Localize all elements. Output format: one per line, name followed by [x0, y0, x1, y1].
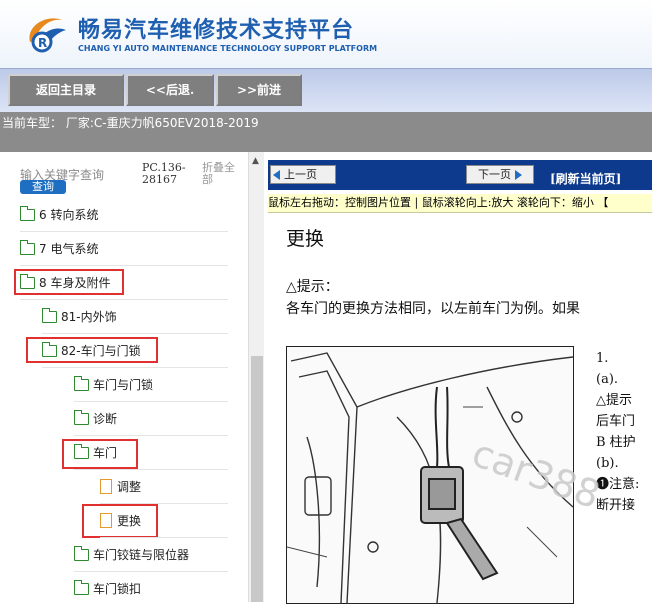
current-vehicle-label: 当前车型： 厂家:C-重庆力帆650EV2018-2019 [2, 116, 259, 130]
step-line: 断开接 [596, 498, 636, 513]
next-arrow-icon [515, 170, 522, 180]
vehicle-bar: 当前车型： 厂家:C-重庆力帆650EV2018-2019 [0, 112, 652, 152]
tree-item-hinge-limiter[interactable]: 车门铰链与限位器 [74, 543, 189, 565]
highlight-box [14, 269, 124, 295]
logo-icon: R [29, 18, 66, 53]
doc-hint: △提示： [286, 279, 339, 295]
step-line: B 柱护 [596, 435, 636, 450]
scroll-up-arrow-icon[interactable]: ▲ [252, 156, 259, 166]
divider [20, 231, 228, 232]
scroll-thumb[interactable] [251, 356, 263, 602]
divider [74, 435, 228, 436]
step-line: 1. [596, 351, 609, 366]
folder-icon [74, 545, 89, 561]
tree-item-label: 车门铰链与限位器 [93, 547, 190, 562]
doc-title: 更换 [286, 228, 325, 250]
highlight-box [82, 504, 158, 538]
tree-item-label: 诊断 [93, 411, 118, 426]
pager-bar: 上一页 下一页 [刷新当前页] [268, 160, 652, 190]
document-pane: 上一页 下一页 [刷新当前页] 鼠标左右拖动：控制图片位置 | 鼠标滚轮向上:放… [264, 152, 652, 604]
next-page-button[interactable]: 下一页 [466, 165, 534, 184]
step-column: 1. (a). △提示 后车门 B 柱护 (b). ❶注意: 断开接 [596, 348, 652, 516]
tree-item-label: 调整 [117, 479, 142, 494]
header: R 畅易汽车维修技术支持平台 CHANG YI AUTO MAINTENANCE… [0, 0, 652, 68]
highlight-box [26, 337, 158, 363]
prev-page-button[interactable]: 上一页 [270, 165, 336, 184]
folder-icon [74, 409, 89, 425]
pc-code-line2: 28167 [142, 173, 177, 186]
next-page-label: 下一页 [478, 168, 511, 181]
search-button[interactable]: 查询 [20, 180, 66, 194]
back-button[interactable]: <<后退. [126, 74, 214, 106]
mouse-hint-bar: 鼠标左右拖动：控制图片位置 | 鼠标滚轮向上:放大 滚轮向下：缩小 【 [268, 194, 652, 213]
highlight-box [62, 439, 138, 469]
folder-icon [42, 307, 57, 323]
folder-icon [20, 205, 35, 221]
collapse-all-line2: 部 [202, 173, 213, 186]
platform-title: 畅易汽车维修技术支持平台 [78, 18, 355, 43]
divider [74, 469, 228, 470]
tree-item-label: 车门锁扣 [93, 581, 142, 596]
tree-item-label: 81-内外饰 [61, 309, 117, 324]
step-line: (a). [596, 372, 619, 387]
divider [42, 367, 228, 368]
sidebar-scrollbar[interactable]: ▲ [248, 152, 265, 602]
doc-paragraph: 各车门的更换方法相同，以左前车门为例。如果 [286, 301, 580, 317]
nav-bar: 返回主目录 <<后退. >>前进 [0, 68, 652, 113]
platform-subtitle: CHANG YI AUTO MAINTENANCE TECHNOLOGY SUP… [78, 44, 378, 53]
step-line: 后车门 [596, 414, 636, 429]
pc-code: PC.136- 28167 [142, 162, 186, 186]
tree-item-adjust[interactable]: 调整 [100, 475, 141, 497]
prev-page-label: 上一页 [284, 168, 317, 181]
tree-item-label: 车门与门锁 [93, 377, 154, 392]
refresh-page-link[interactable]: [刷新当前页] [550, 170, 621, 187]
tree-item-steering[interactable]: 6 转向系统 [20, 203, 98, 225]
svg-text:R: R [38, 36, 47, 50]
tree-item-door-striker[interactable]: 车门锁扣 [74, 577, 141, 599]
divider [100, 537, 228, 538]
divider [74, 571, 228, 572]
prev-arrow-icon [273, 170, 280, 180]
divider [20, 265, 228, 266]
tree-item-electrical[interactable]: 7 电气系统 [20, 237, 98, 259]
sidebar-tree: 输入关键字查询 查询 PC.136- 28167 折叠全 部 6 转向系统 7 … [0, 152, 265, 602]
forward-button[interactable]: >>前进 [216, 74, 302, 106]
divider [42, 333, 228, 334]
tree-item-diagnosis[interactable]: 诊断 [74, 407, 117, 429]
divider [74, 401, 228, 402]
step-line: (b). [596, 456, 619, 471]
folder-icon [20, 239, 35, 255]
page-icon [100, 479, 112, 494]
tree-item-interior-exterior[interactable]: 81-内外饰 [42, 305, 117, 327]
tree-item-label: 7 电气系统 [39, 241, 99, 256]
step-line: △提示 [596, 393, 632, 408]
home-button[interactable]: 返回主目录 [8, 74, 124, 106]
folder-icon [74, 579, 89, 595]
tree-item-label: 6 转向系统 [39, 207, 99, 222]
divider [20, 299, 228, 300]
tree-item-doors-locks-sub[interactable]: 车门与门锁 [74, 373, 153, 395]
folder-icon [74, 375, 89, 391]
collapse-all-button[interactable]: 折叠全 部 [202, 162, 242, 186]
